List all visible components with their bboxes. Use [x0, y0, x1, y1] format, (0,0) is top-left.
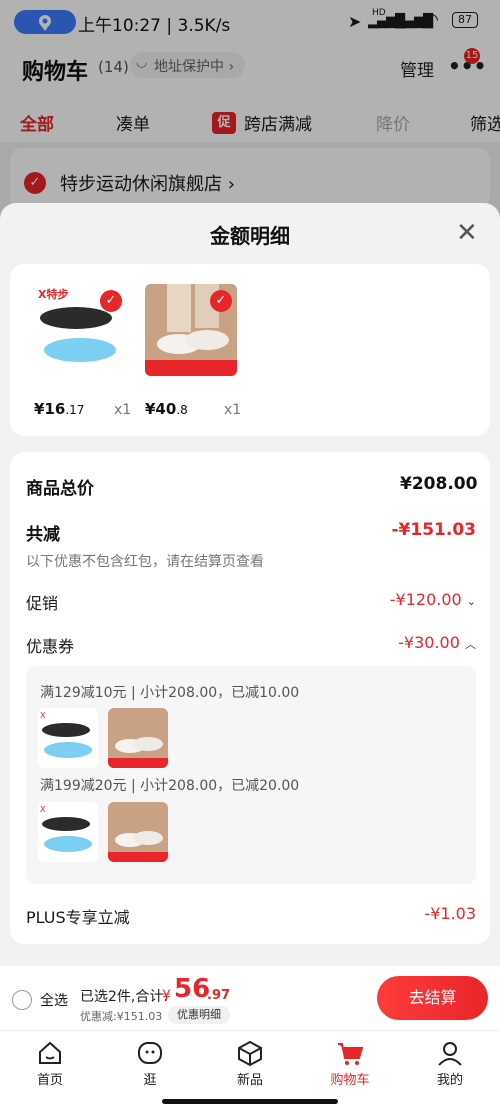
nav-home[interactable]: 首页 — [20, 1031, 80, 1101]
promo-label: 促销 — [26, 594, 59, 613]
insole-image: X — [40, 711, 92, 758]
nav-new-label: 新品 — [236, 1073, 263, 1088]
nav-browse[interactable]: 逛 — [120, 1031, 180, 1101]
reduce-value: -¥151.03 — [391, 520, 477, 540]
box-icon — [238, 1040, 262, 1067]
total-currency: ¥ — [162, 988, 171, 1004]
cart-icon — [338, 1043, 364, 1065]
total-value: ¥208.00 — [400, 474, 478, 494]
item-qty-2: x1 — [224, 402, 242, 418]
nav-me-label: 我的 — [436, 1073, 463, 1088]
item-check-icon-2[interactable]: ✓ — [210, 290, 232, 312]
home-icon — [39, 1041, 61, 1064]
reduce-label: 共减 — [26, 525, 60, 545]
coupon-thumb-insole-1: X — [38, 708, 98, 768]
coupon-row[interactable]: -¥30.00 ︿ — [386, 633, 476, 652]
nav-cart[interactable]: 购物车 — [320, 1031, 380, 1101]
select-all-checkbox[interactable] — [12, 990, 32, 1010]
discount-summary: 优惠减:¥151.03 — [80, 1010, 163, 1023]
coupon-text-1: 满129减10元 | 小计208.00，已减10.00 — [40, 685, 300, 701]
chevron-up-icon: ︿ — [465, 638, 476, 651]
grand-total-dec: .97 — [207, 988, 231, 1003]
discount-detail-button[interactable]: 优惠明细 — [168, 1006, 230, 1024]
coupon-value: -¥30.00 — [398, 633, 460, 652]
promo-value: -¥120.00 — [389, 590, 462, 609]
select-all-label[interactable]: 全选 — [40, 990, 68, 1010]
coupon-thumb-shoe-2 — [108, 802, 168, 862]
sheet-title: 金额明细 — [210, 224, 290, 248]
close-icon[interactable]: ✕ — [456, 218, 478, 248]
selected-summary: 已选2件,合计: — [80, 989, 169, 1005]
face-icon — [138, 1042, 162, 1064]
svg-text:X: X — [40, 805, 46, 814]
chevron-down-icon: ⌄ — [466, 595, 476, 608]
grand-total-int: 56 — [174, 974, 211, 1004]
home-indicator — [162, 1099, 338, 1104]
checkout-bar: 全选 已选2件,合计: ¥ 56 .97 优惠减:¥151.03 优惠明细 去结… — [0, 966, 500, 1030]
plus-value: -¥1.03 — [424, 904, 476, 923]
checkout-button[interactable]: 去结算 — [377, 976, 488, 1020]
item-price-2: ¥40.8 — [145, 400, 188, 418]
bottom-nav: 首页 逛 新品 购物车 我的 — [0, 1030, 500, 1111]
coupon-label: 优惠券 — [26, 637, 75, 656]
insole-image: X — [40, 805, 92, 852]
item-qty-1: x1 — [114, 402, 132, 418]
coupon-thumb-insole-2: X — [38, 802, 98, 862]
nav-browse-label: 逛 — [143, 1073, 157, 1088]
svg-text:X: X — [40, 711, 46, 720]
item-check-icon-1[interactable]: ✓ — [100, 290, 122, 312]
item-price-1: ¥16.17 — [34, 400, 85, 418]
nav-home-label: 首页 — [36, 1073, 63, 1088]
discount-note: 以下优惠不包含红包，请在结算页查看 — [26, 554, 264, 570]
plus-label: PLUS专享立减 — [26, 908, 130, 927]
shoe-image — [108, 708, 168, 768]
promo-row[interactable]: -¥120.00 ⌄ — [376, 590, 476, 609]
coupon-text-2: 满199减20元 | 小计208.00，已减20.00 — [40, 778, 300, 794]
shoe-image — [108, 802, 168, 862]
total-label: 商品总价 — [26, 479, 94, 499]
brand-logo: X特步 — [38, 288, 69, 301]
nav-new[interactable]: 新品 — [220, 1031, 280, 1101]
coupon-thumb-shoe-1 — [108, 708, 168, 768]
nav-me[interactable]: 我的 — [420, 1031, 480, 1101]
user-icon — [438, 1042, 462, 1066]
nav-cart-label: 购物车 — [330, 1073, 370, 1088]
